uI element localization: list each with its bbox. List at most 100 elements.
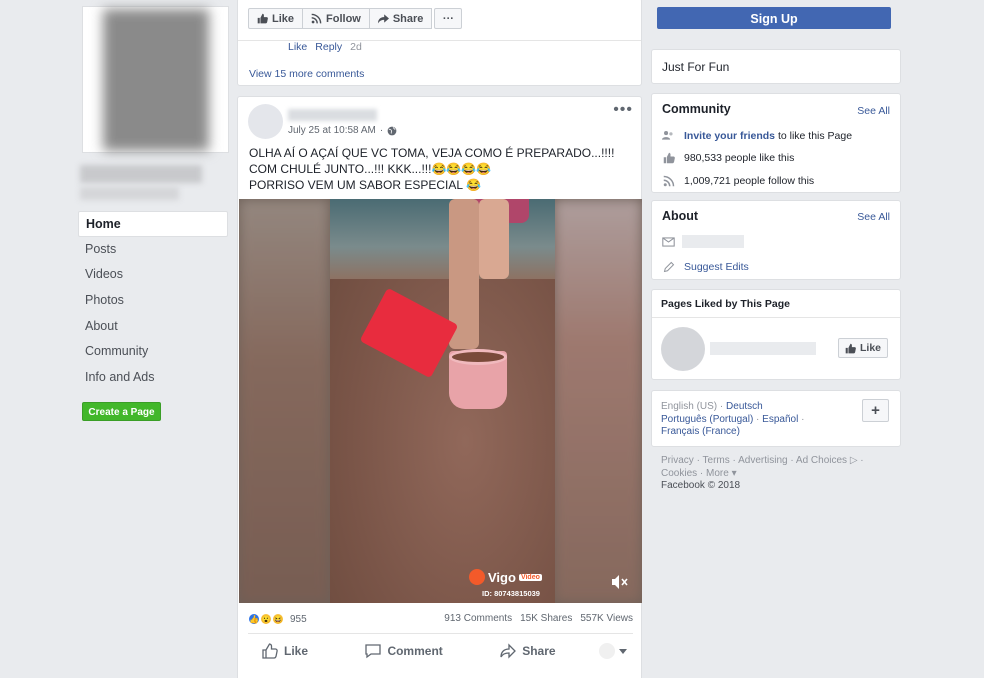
page-toolbar: Like Follow Share ··· (248, 8, 463, 29)
page-username-blurred (80, 187, 179, 200)
meta-separator: · (379, 125, 384, 136)
liked-page-like-button[interactable]: Like (837, 338, 888, 358)
language-link[interactable]: Deutsch (726, 401, 763, 412)
views-count: 557K Views (580, 613, 633, 624)
page-like-button[interactable]: Like (248, 8, 304, 29)
page-follow-button[interactable]: Follow (303, 8, 370, 29)
pages-liked-card: Pages Liked by This Page Like (651, 289, 901, 380)
ad-choices-icon: ▷ (849, 455, 858, 466)
page-category[interactable]: Just For Fun (662, 60, 729, 74)
post-comment-label: Comment (387, 644, 443, 658)
reaction-icons[interactable]: 👍 😮 😆 955 (248, 613, 307, 625)
footer-more-link[interactable]: More (706, 468, 729, 479)
post-timestamp[interactable]: July 25 at 10:58 AM (288, 125, 376, 136)
post-like-label: Like (284, 644, 309, 658)
post-text-line: PORRISO VEM UM SABOR ESPECIAL 😂 (249, 178, 481, 192)
comment-timestamp[interactable]: 2d (350, 41, 362, 53)
copyright-text: Facebook © 2018 (661, 480, 741, 491)
post-card: July 25 at 10:58 AM · ••• OLHA AÍ O AÇAÍ… (237, 96, 642, 678)
pages-liked-title: Pages Liked by This Page (661, 298, 790, 310)
watermark-text: Vigo (488, 569, 516, 585)
post-like-button[interactable]: Like (248, 643, 322, 659)
comment-reply-link[interactable]: Reply (315, 41, 342, 53)
footer-terms-link[interactable]: Terms (703, 455, 730, 466)
language-link[interactable]: Français (France) (661, 426, 740, 437)
haha-reaction-icon: 😆 (272, 613, 284, 625)
suggest-edits-link[interactable]: Suggest Edits (684, 261, 749, 273)
comment-like-link[interactable]: Like (288, 41, 307, 53)
nav-item-posts[interactable]: Posts (78, 237, 228, 263)
footer-advertising-link[interactable]: Advertising (738, 455, 787, 466)
footer-privacy-link[interactable]: Privacy (661, 455, 694, 466)
languages-card: English (US) · Deutsch Português (Portug… (651, 390, 901, 447)
comments-count[interactable]: 913 Comments (444, 613, 512, 625)
viewer-selector[interactable] (598, 643, 627, 659)
current-language: English (US) (661, 401, 718, 412)
previous-post-card: Like Follow Share ··· Like Reply 2d View… (237, 0, 642, 86)
post-author-name-blurred[interactable] (288, 109, 377, 121)
rss-icon (662, 174, 675, 187)
video-player[interactable]: Vigo Video ID: 80743815039 (239, 199, 642, 603)
view-more-comments-link[interactable]: View 15 more comments (249, 68, 364, 80)
language-link[interactable]: Português (Portugal) (661, 414, 753, 425)
liked-page-avatar[interactable] (661, 327, 705, 371)
page-more-button[interactable]: ··· (434, 8, 463, 29)
footer-cookies-link[interactable]: Cookies (661, 468, 697, 479)
page-profile-picture[interactable] (82, 6, 229, 153)
footer: Privacy · Terms · Advertising · Ad Choic… (661, 455, 864, 491)
post-share-label: Share (522, 644, 556, 658)
post-author-avatar[interactable] (248, 104, 283, 139)
nav-item-videos[interactable]: Videos (78, 262, 228, 288)
post-meta: July 25 at 10:58 AM · (288, 125, 397, 136)
divider (652, 317, 900, 318)
nav-item-photos[interactable]: Photos (78, 288, 228, 314)
envelope-icon (662, 235, 675, 248)
follows-row: 1,009,721 people follow this (662, 174, 814, 187)
post-text: OLHA AÍ O AÇAÍ QUE VC TOMA, VEJA COMO É … (249, 145, 639, 193)
share-arrow-icon (377, 14, 389, 24)
nav-item-community[interactable]: Community (78, 339, 228, 365)
like-reaction-icon: 👍 (248, 613, 260, 625)
nav-item-info-and-ads[interactable]: Info and Ads (78, 365, 228, 391)
about-see-all-link[interactable]: See All (857, 211, 890, 223)
language-link[interactable]: Español (762, 414, 798, 425)
page-share-label: Share (392, 12, 424, 25)
watermark-tag: Video (518, 573, 542, 581)
chevron-down-icon (618, 648, 627, 654)
sign-up-button[interactable]: Sign Up (657, 7, 891, 29)
nav-item-about[interactable]: About (78, 314, 228, 340)
follows-count-text: 1,009,721 people follow this (684, 174, 815, 187)
left-nav: Home Posts Videos Photos About Community… (78, 211, 228, 391)
mute-icon[interactable] (612, 575, 628, 592)
language-list: English (US) · Deutsch Português (Portug… (661, 401, 805, 437)
liked-page-like-label: Like (859, 342, 881, 354)
wow-reaction-icon: 😮 (260, 613, 272, 625)
page-name-blurred (80, 165, 202, 183)
footer-ad-choices-link[interactable]: Ad Choices (796, 455, 847, 466)
liked-page-name-blurred[interactable] (710, 342, 816, 355)
add-language-button[interactable]: + (862, 399, 889, 422)
vigo-logo-icon (469, 569, 485, 585)
invite-friends-link[interactable]: Invite your friends (684, 130, 775, 142)
rss-icon (311, 13, 322, 24)
page-share-button[interactable]: Share (369, 8, 433, 29)
community-see-all-link[interactable]: See All (857, 105, 890, 117)
post-comment-button[interactable]: Comment (351, 643, 456, 659)
post-share-button[interactable]: Share (486, 643, 569, 659)
post-options-button[interactable]: ••• (613, 101, 633, 119)
likes-count-text: 980,533 people like this (684, 151, 795, 164)
about-info-row (662, 235, 675, 248)
reactions-summary: 👍 😮 😆 955 913 Comments 15K Shares 557K V… (248, 613, 633, 625)
globe-icon[interactable] (387, 126, 397, 136)
more-chevron-icon: ▾ (731, 467, 737, 479)
page-category-card: Just For Fun (651, 49, 901, 84)
about-card: About See All Suggest Edits (651, 200, 901, 280)
post-actions: Like Comment Share (248, 643, 633, 659)
shares-count[interactable]: 15K Shares (520, 613, 572, 625)
create-page-button[interactable]: Create a Page (82, 402, 161, 421)
divider (248, 633, 633, 634)
thumbs-up-icon (662, 151, 675, 164)
about-title: About (662, 209, 699, 223)
viewer-avatar (598, 643, 615, 659)
nav-item-home[interactable]: Home (78, 211, 228, 237)
